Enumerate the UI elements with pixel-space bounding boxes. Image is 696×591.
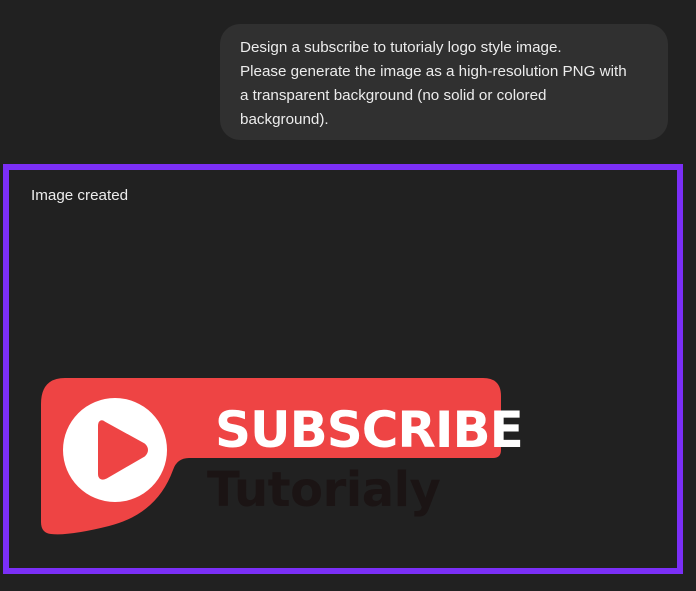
user-message-line: Please generate the image as a high-reso…: [240, 63, 627, 80]
subscribe-headline: SUBSCRIBE: [215, 401, 524, 459]
user-message-line: a transparent background (no solid or co…: [240, 87, 547, 104]
image-result-panel: Image created SUBSCRIBE Tutorialy: [3, 164, 683, 574]
user-message-line: Design a subscribe to tutorialy logo sty…: [240, 39, 562, 56]
image-status-text: Image created: [31, 187, 129, 204]
chat-page: Design a subscribe to tutorialy logo sty…: [0, 0, 696, 591]
brand-name: Tutorialy: [207, 462, 441, 518]
generated-image[interactable]: SUBSCRIBE Tutorialy: [39, 378, 524, 538]
user-message-bubble: Design a subscribe to tutorialy logo sty…: [220, 24, 668, 140]
user-message-line: background).: [240, 111, 329, 128]
